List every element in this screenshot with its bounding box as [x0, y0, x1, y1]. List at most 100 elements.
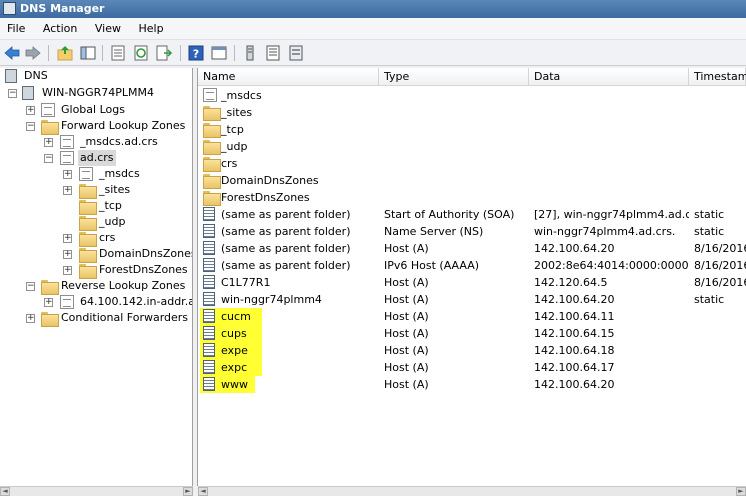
scroll-right-icon[interactable]: ► — [183, 487, 193, 496]
column-header-data[interactable]: Data — [529, 68, 689, 86]
cell-data: 142.100.64.20 — [534, 242, 615, 255]
table-row[interactable]: _sites — [198, 104, 746, 121]
cell-name: www — [221, 378, 248, 391]
zone-icon — [60, 135, 74, 149]
table-row[interactable]: www Host (A) 142.100.64.20 — [198, 376, 746, 393]
record-icon — [203, 258, 215, 272]
menu-action[interactable]: Action — [36, 18, 84, 40]
record-icon — [203, 207, 215, 221]
table-row[interactable]: (same as parent folder) Name Server (NS) w… — [198, 223, 746, 240]
table-row[interactable]: (same as parent folder) Start of Authorit… — [198, 206, 746, 223]
list-horizontal-scrollbar[interactable]: ◄ ► — [198, 486, 746, 496]
forward-arrow-icon[interactable] — [24, 44, 42, 62]
scroll-left-icon[interactable]: ◄ — [198, 487, 208, 496]
cell-data: 142.120.64.5 — [534, 276, 608, 289]
expand-icon[interactable]: + — [63, 266, 72, 275]
table-row[interactable]: crs — [198, 155, 746, 172]
cell-type: Host (A) — [384, 327, 429, 340]
cell-timestamp: static — [694, 208, 725, 221]
folder-icon — [79, 264, 97, 279]
cell-name: _udp — [221, 140, 248, 153]
expand-icon[interactable]: + — [63, 170, 72, 179]
menu-help[interactable]: Help — [131, 18, 170, 40]
cell-type: Host (A) — [384, 242, 429, 255]
records-list: Name Type Data Timestamp _msdcs _sites _tc… — [198, 68, 746, 486]
server-icon[interactable] — [241, 44, 259, 62]
expand-icon[interactable]: + — [44, 298, 53, 307]
cell-data: 142.100.64.15 — [534, 327, 615, 340]
cell-name: (same as parent folder) — [221, 259, 351, 272]
cell-timestamp: 8/16/2016 — [694, 276, 746, 289]
details-view-icon[interactable] — [287, 44, 305, 62]
refresh-icon[interactable] — [132, 44, 150, 62]
collapse-icon[interactable]: − — [26, 122, 35, 131]
folder-icon — [203, 106, 221, 121]
folder-icon — [79, 184, 97, 199]
show-hide-tree-icon[interactable] — [79, 44, 97, 62]
cell-type: Host (A) — [384, 310, 429, 323]
console-tree: DNS − WIN-NGGR74PLMM4 + Global Logs − Fo… — [0, 68, 193, 486]
cell-timestamp: 8/16/2016 — [694, 259, 746, 272]
console-icon[interactable] — [210, 44, 228, 62]
cell-data: 142.100.64.18 — [534, 344, 615, 357]
expand-icon[interactable]: + — [26, 106, 35, 115]
export-list-icon[interactable] — [155, 44, 173, 62]
folder-icon — [79, 200, 97, 215]
expand-icon[interactable]: + — [63, 186, 72, 195]
up-folder-icon[interactable] — [56, 44, 74, 62]
menu-file[interactable]: File — [0, 18, 32, 40]
expand-icon[interactable]: + — [63, 234, 72, 243]
zone-icon — [60, 151, 74, 165]
table-row[interactable]: expc Host (A) 142.100.64.17 — [198, 359, 746, 376]
column-header-timestamp[interactable]: Timestamp — [689, 68, 746, 86]
table-row[interactable]: (same as parent folder) Host (A) 142.100.6… — [198, 240, 746, 257]
list-view-icon[interactable] — [264, 44, 282, 62]
table-row[interactable]: expe Host (A) 142.100.64.18 — [198, 342, 746, 359]
cell-data: [27], win-nggr74plmm4.ad.c... — [534, 208, 689, 221]
menu-view[interactable]: View — [88, 18, 128, 40]
table-row[interactable]: _udp — [198, 138, 746, 155]
collapse-icon[interactable]: − — [8, 89, 17, 98]
logs-icon — [41, 103, 55, 117]
window-title: DNS Manager — [20, 2, 105, 15]
dns-icon — [5, 69, 17, 83]
folder-icon — [203, 140, 221, 155]
expand-icon[interactable]: + — [44, 138, 53, 147]
collapse-icon[interactable]: − — [26, 282, 35, 291]
column-header-name[interactable]: Name — [198, 68, 379, 86]
back-arrow-icon[interactable] — [3, 44, 21, 62]
cell-data: 142.100.64.20 — [534, 293, 615, 306]
folder-icon — [203, 157, 221, 172]
scroll-left-icon[interactable]: ◄ — [0, 487, 10, 496]
expand-icon[interactable]: + — [63, 250, 72, 259]
cell-name: (same as parent folder) — [221, 208, 351, 221]
cell-data: 142.100.64.20 — [534, 378, 615, 391]
properties-icon[interactable] — [109, 44, 127, 62]
tree-horizontal-scrollbar[interactable]: ◄ ► — [0, 486, 193, 496]
collapse-icon[interactable]: − — [44, 154, 53, 163]
cell-name: ForestDnsZones — [221, 191, 310, 204]
cell-type: Name Server (NS) — [384, 225, 484, 238]
cell-data: 142.100.64.17 — [534, 361, 615, 374]
table-row[interactable]: ForestDnsZones — [198, 189, 746, 206]
record-icon — [203, 309, 215, 323]
table-row[interactable]: DomainDnsZones — [198, 172, 746, 189]
cell-name: win-nggr74plmm4 — [221, 293, 322, 306]
table-row[interactable]: win-nggr74plmm4 Host (A) 142.100.64.20 stat… — [198, 291, 746, 308]
table-row[interactable]: cups Host (A) 142.100.64.15 — [198, 325, 746, 342]
expand-icon[interactable]: + — [26, 314, 35, 323]
table-row[interactable]: _tcp — [198, 121, 746, 138]
svg-text:?: ? — [193, 48, 199, 61]
table-row[interactable]: _msdcs — [198, 87, 746, 104]
column-header-type[interactable]: Type — [379, 68, 529, 86]
cell-timestamp: 8/16/2016 — [694, 242, 746, 255]
cell-type: Host (A) — [384, 344, 429, 357]
table-row[interactable]: cucm Host (A) 142.100.64.11 — [198, 308, 746, 325]
help-icon[interactable]: ? — [187, 44, 205, 62]
cell-name: (same as parent folder) — [221, 242, 351, 255]
table-row[interactable]: C1L77R1 Host (A) 142.120.64.5 8/16/2016 — [198, 274, 746, 291]
zone-icon — [79, 167, 93, 181]
title-bar: DNS Manager — [0, 0, 746, 18]
table-row[interactable]: (same as parent folder) IPv6 Host (AAAA) 2… — [198, 257, 746, 274]
scroll-right-icon[interactable]: ► — [736, 487, 746, 496]
